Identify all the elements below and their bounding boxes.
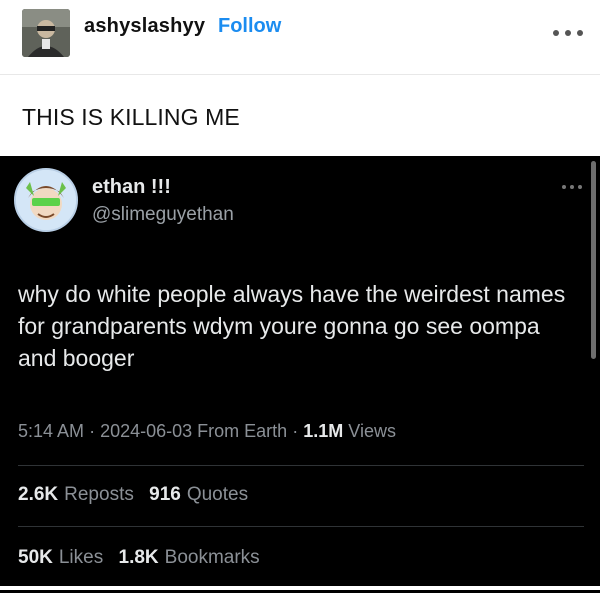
- likes-stat[interactable]: 50K Likes: [18, 547, 103, 569]
- tweet-handle[interactable]: @slimeguyethan: [92, 204, 234, 226]
- reposts-count: 2.6K: [18, 484, 59, 505]
- scrollbar[interactable]: [591, 161, 596, 359]
- tweet-divider: [18, 465, 584, 466]
- views-count: 1.1M: [303, 421, 344, 441]
- quotes-stat[interactable]: 916 Quotes: [149, 484, 248, 506]
- ellipsis-icon[interactable]: [553, 28, 583, 38]
- quotes-count: 916: [149, 484, 181, 505]
- username-link[interactable]: ashyslashyy: [84, 15, 205, 38]
- ellipsis-icon[interactable]: [562, 184, 582, 190]
- tweet-meta: 5:14 AM · 2024-06-03 From Earth · 1.1M V…: [18, 421, 396, 442]
- reposts-label: Reposts: [64, 484, 134, 505]
- quotes-label: Quotes: [186, 484, 249, 505]
- tweet-time[interactable]: 5:14 AM: [18, 421, 84, 441]
- stats-row-likes: 50K Likes 1.8K Bookmarks: [18, 547, 270, 569]
- tweet-card: ethan !!! @slimeguyethan why do white pe…: [0, 156, 600, 586]
- meta-separator: ·: [89, 421, 96, 441]
- bottom-strip: [0, 586, 600, 600]
- bookmarks-stat[interactable]: 1.8K Bookmarks: [119, 547, 260, 569]
- bookmarks-label: Bookmarks: [164, 547, 260, 568]
- views-label: Views: [348, 421, 396, 441]
- cartoon-avatar-image: [16, 170, 76, 230]
- post-caption: THIS IS KILLING ME: [22, 104, 240, 130]
- follow-button[interactable]: Follow: [218, 15, 281, 38]
- tweet-divider: [18, 526, 584, 527]
- stats-row-reposts: 2.6K Reposts 916 Quotes: [18, 484, 258, 506]
- likes-count: 50K: [18, 547, 53, 568]
- tweet-date[interactable]: 2024-06-03: [100, 421, 192, 441]
- reposts-stat[interactable]: 2.6K Reposts: [18, 484, 134, 506]
- tweet-text: why do white people always have the weir…: [18, 281, 566, 371]
- tweet-avatar[interactable]: [14, 168, 78, 232]
- tweet-display-name[interactable]: ethan !!!: [92, 176, 171, 199]
- bookmarks-count: 1.8K: [118, 547, 159, 568]
- header-divider: [0, 74, 600, 75]
- tweet-source: From Earth: [197, 421, 288, 441]
- avatar-image: [22, 9, 70, 57]
- tumblr-post-header: ashyslashyy Follow: [0, 0, 600, 74]
- meta-separator: ·: [292, 421, 299, 441]
- likes-label: Likes: [58, 547, 104, 568]
- bottom-border: [0, 590, 600, 593]
- user-avatar[interactable]: [22, 9, 70, 57]
